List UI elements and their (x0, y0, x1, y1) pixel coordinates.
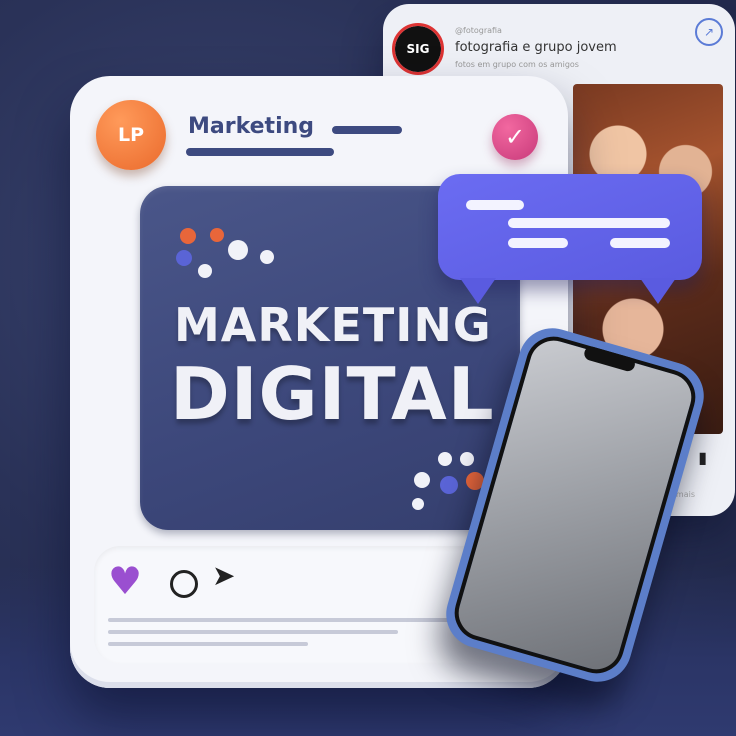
decor-dot (180, 228, 196, 244)
decor-dot (440, 476, 458, 494)
avatar-initials: LP (117, 124, 145, 146)
decor-dot (414, 472, 430, 488)
post-header-title: Marketing (188, 114, 315, 139)
decor-dot (460, 452, 474, 466)
caption-placeholder-line (108, 618, 468, 622)
decor-dot (228, 240, 248, 260)
bubble-text-line (508, 218, 670, 228)
bookmark-icon[interactable]: ▮ (698, 448, 707, 467)
decor-dot (176, 250, 192, 266)
header-placeholder-line (332, 126, 402, 134)
share-icon[interactable]: ↗ (695, 18, 723, 46)
back-post-avatar: SIG (392, 23, 444, 75)
decor-dot (198, 264, 212, 278)
header-underline (186, 148, 334, 156)
decor-dot (210, 228, 224, 242)
chat-bubble-tail-right (640, 278, 676, 304)
decor-dot (438, 452, 452, 466)
heart-icon[interactable]: ♥ (108, 562, 142, 600)
headline-digital: DIGITAL (170, 352, 495, 436)
back-post-subtitle: fotos em grupo com os amigos (455, 60, 579, 69)
caption-placeholder-line (108, 642, 308, 646)
caption-placeholder-line (108, 630, 398, 634)
bubble-text-line (508, 238, 568, 248)
decor-dot (260, 250, 274, 264)
comment-icon[interactable] (170, 570, 198, 598)
chat-bubble (438, 174, 702, 280)
decor-dot (412, 498, 424, 510)
bubble-text-line (466, 200, 524, 210)
avatar[interactable]: LP (96, 100, 166, 170)
headline-marketing: MARKETING (174, 298, 492, 352)
back-post-title: fotografia e grupo jovem (455, 40, 617, 55)
back-post-handle: @fotografia (455, 26, 502, 35)
send-icon[interactable]: ➤ (212, 562, 235, 590)
check-icon[interactable]: ✓ (492, 114, 538, 160)
chat-bubble-tail-left (460, 278, 496, 304)
bubble-text-line (610, 238, 670, 248)
